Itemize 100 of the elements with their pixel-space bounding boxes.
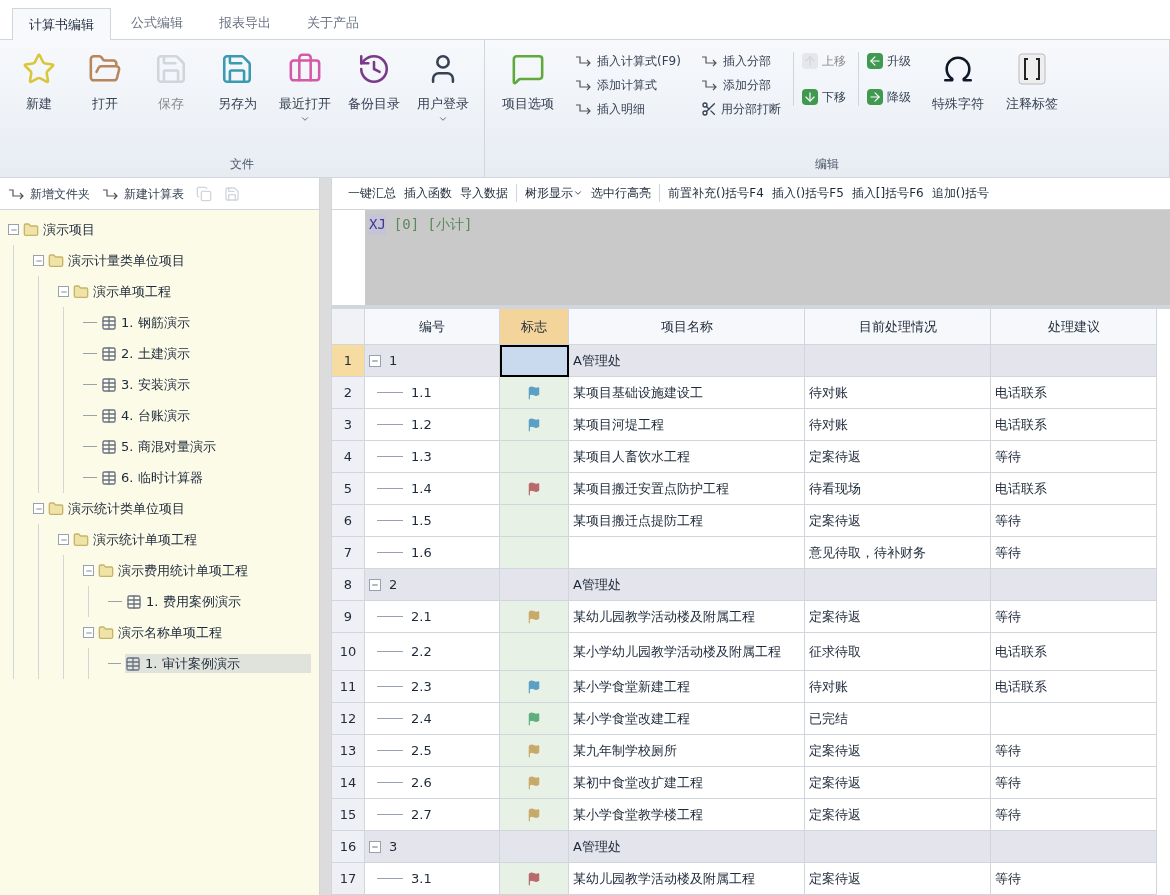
table-cell: 等待: [991, 735, 1157, 767]
tree-item[interactable]: 3. 安装演示: [101, 374, 198, 395]
collapse-toggle[interactable]: [33, 503, 44, 514]
column-header[interactable]: 项目名称: [569, 309, 805, 345]
collapse-toggle[interactable]: [369, 354, 381, 367]
collapse-toggle[interactable]: [83, 565, 94, 576]
ribbon-tab[interactable]: 计算书编辑: [12, 8, 111, 40]
ribbon-small-button[interactable]: 用分部打断: [700, 100, 781, 118]
tree-item[interactable]: 2. 土建演示: [101, 343, 198, 364]
ribbon-button[interactable]: 另存为: [206, 52, 268, 114]
toolbar-button[interactable]: 前置补充()括号F4: [668, 184, 764, 203]
ribbon-tab[interactable]: 公式编辑: [115, 7, 199, 39]
tree-item[interactable]: 演示费用统计单项工程: [98, 560, 256, 581]
table-cell: 定案待返: [805, 767, 991, 799]
flag-cell[interactable]: [500, 831, 569, 863]
flag-cell[interactable]: [500, 409, 569, 441]
flag-cell[interactable]: [500, 377, 569, 409]
flag-cell[interactable]: [500, 735, 569, 767]
item-code: 1.4: [411, 479, 432, 498]
insert-icon: [700, 79, 719, 91]
collapse-toggle[interactable]: [58, 286, 69, 297]
flag-cell[interactable]: [500, 569, 569, 601]
toolbar-button[interactable]: 新增文件夹: [8, 184, 90, 203]
ribbon-small-button[interactable]: 添加计算式: [575, 76, 681, 94]
tree-item[interactable]: 4. 台账演示: [101, 405, 198, 426]
tree-item[interactable]: 1. 费用案例演示: [126, 591, 249, 612]
table-cell: 定案待返: [805, 601, 991, 633]
flag-cell[interactable]: [500, 671, 569, 703]
flag-cell[interactable]: [500, 633, 569, 671]
toolbar-button[interactable]: 导入数据: [460, 184, 508, 203]
table-cell: 定案待返: [805, 505, 991, 537]
column-header[interactable]: 目前处理情况: [805, 309, 991, 345]
table-cell: 已完结: [805, 703, 991, 735]
flag-cell[interactable]: [500, 473, 569, 505]
tree-item[interactable]: 演示项目: [23, 219, 103, 240]
flag-cell[interactable]: [500, 703, 569, 735]
toolbar-button[interactable]: 插入函数: [404, 184, 452, 203]
collapse-toggle[interactable]: [369, 840, 381, 853]
row-number: 3: [332, 409, 365, 441]
tree-item[interactable]: 5. 商混对量演示: [101, 436, 224, 457]
toolbar-button[interactable]: 一键汇总: [348, 184, 396, 203]
flag-cell[interactable]: [500, 505, 569, 537]
table-cell: 电话联系: [991, 409, 1157, 441]
header-corner[interactable]: [332, 309, 365, 345]
ribbon-button[interactable]: 用户登录: [410, 52, 476, 124]
flag-cell[interactable]: [500, 799, 569, 831]
flag-cell[interactable]: [500, 441, 569, 473]
tree-item[interactable]: 演示统计类单位项目: [48, 498, 193, 519]
copy-icon[interactable]: [196, 185, 212, 202]
tree-item[interactable]: 1. 审计案例演示: [125, 653, 311, 674]
item-code: 1.5: [411, 511, 432, 530]
ribbon-small-button[interactable]: 插入计算式(F9): [575, 52, 681, 70]
ribbon-small-button[interactable]: 升级: [866, 52, 911, 70]
tree-item[interactable]: 演示统计单项工程: [73, 529, 205, 550]
ribbon-small-button[interactable]: 插入明细: [575, 100, 681, 118]
ribbon-small-button[interactable]: 下移: [801, 88, 846, 106]
tree-item[interactable]: 演示名称单项工程: [98, 622, 230, 643]
ribbon-tab[interactable]: 报表导出: [203, 7, 287, 39]
column-header[interactable]: 标志: [500, 309, 569, 345]
collapse-toggle[interactable]: [8, 224, 19, 235]
toolbar-button[interactable]: 插入()括号F5: [771, 184, 844, 203]
ribbon-small-button[interactable]: 添加分部: [700, 76, 781, 94]
toolbar-button[interactable]: 新建计算表: [102, 184, 184, 203]
flag-cell[interactable]: [500, 345, 569, 377]
insert-icon: [575, 103, 593, 115]
flag-cell[interactable]: [500, 863, 569, 895]
collapse-toggle[interactable]: [33, 255, 44, 266]
ribbon-button[interactable]: 项目选项: [493, 52, 563, 114]
item-code: 2.5: [411, 741, 432, 760]
ribbon-button[interactable]: 新建: [8, 52, 70, 114]
toolbar-button[interactable]: 插入[]括号F6: [851, 184, 924, 203]
insert-icon: [8, 187, 26, 200]
toolbar-button[interactable]: 追加()括号: [931, 184, 990, 203]
ribbon-button[interactable]: 备份目录: [341, 52, 407, 114]
flag-cell[interactable]: [500, 601, 569, 633]
toolbar-button[interactable]: 树形显示: [525, 184, 583, 203]
column-header[interactable]: 处理建议: [991, 309, 1157, 345]
collapse-toggle[interactable]: [83, 627, 94, 638]
tree-item[interactable]: 演示单项工程: [73, 281, 179, 302]
flag-cell[interactable]: [500, 767, 569, 799]
toolbar-button[interactable]: 选中行高亮: [591, 184, 651, 203]
ribbon-button[interactable]: 最近打开: [272, 52, 338, 124]
collapse-toggle[interactable]: [369, 578, 381, 591]
save-icon[interactable]: [224, 185, 240, 202]
ribbon-small-button[interactable]: 插入分部: [700, 52, 781, 70]
ribbon-tab[interactable]: 关于产品: [291, 7, 375, 39]
formula-editor[interactable]: XJ [0] [小计]: [365, 209, 1170, 305]
tree-item[interactable]: 1. 钢筋演示: [101, 312, 198, 333]
ribbon-button[interactable]: 打开: [74, 52, 136, 114]
tree-item[interactable]: 6. 临时计算器: [101, 467, 211, 488]
table-cell: 电话联系: [991, 633, 1157, 671]
table-cell: 某项目人畜饮水工程: [569, 441, 805, 473]
ribbon-button[interactable]: 注释标签: [996, 52, 1067, 114]
tree-item[interactable]: 演示计量类单位项目: [48, 250, 193, 271]
ribbon-small-button[interactable]: 降级: [866, 88, 911, 106]
collapse-toggle[interactable]: [58, 534, 69, 545]
column-header[interactable]: 编号: [365, 309, 500, 345]
ribbon-button[interactable]: 特殊字符: [922, 52, 993, 114]
row-number: 9: [332, 601, 365, 633]
flag-cell[interactable]: [500, 537, 569, 569]
